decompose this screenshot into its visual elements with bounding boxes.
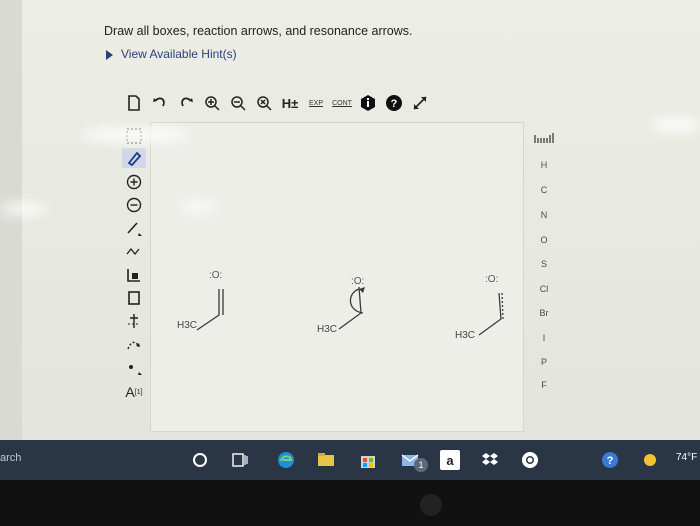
element-N[interactable]: N bbox=[526, 210, 562, 220]
periodic-table-icon[interactable] bbox=[526, 132, 562, 146]
single-bond-icon[interactable] bbox=[122, 218, 146, 238]
weather-temperature: 74°F bbox=[676, 452, 698, 463]
molecule-1[interactable] bbox=[196, 289, 224, 331]
element-I[interactable]: I bbox=[526, 333, 562, 343]
screen: Draw all boxes, reaction arrows, and res… bbox=[0, 0, 700, 440]
negative-charge-icon[interactable] bbox=[122, 195, 146, 215]
help-tips-icon[interactable]: ? bbox=[598, 448, 622, 472]
methyl-label: H3C bbox=[177, 320, 198, 331]
molecule-2[interactable] bbox=[338, 286, 365, 330]
view-hints-link[interactable]: View Available Hint(s) bbox=[106, 47, 237, 61]
cortana-icon[interactable] bbox=[188, 448, 212, 472]
lone-pair-icon[interactable] bbox=[122, 357, 146, 377]
hint-label: View Available Hint(s) bbox=[121, 47, 237, 61]
element-Br[interactable]: Br bbox=[526, 308, 562, 318]
hp-logo bbox=[420, 494, 442, 516]
expand-triangle-icon bbox=[106, 49, 113, 60]
zoom-out-icon[interactable] bbox=[228, 93, 248, 113]
template-tool-icon[interactable] bbox=[122, 265, 146, 285]
mail-badge: 1 bbox=[414, 458, 428, 472]
screen-glare bbox=[0, 203, 48, 215]
methyl-label: H3C bbox=[455, 330, 476, 341]
svg-text:?: ? bbox=[607, 455, 614, 467]
amazon-icon[interactable]: a bbox=[440, 450, 460, 470]
screen-glare bbox=[180, 202, 216, 212]
atom-tool-button[interactable]: A [1] bbox=[122, 382, 146, 402]
element-P[interactable]: P bbox=[526, 357, 562, 367]
left-edge bbox=[0, 0, 22, 440]
clear-icon[interactable] bbox=[254, 93, 274, 113]
undo-icon[interactable] bbox=[150, 93, 170, 113]
oxygen-label: :O: bbox=[351, 276, 365, 287]
weather-icon[interactable] bbox=[638, 448, 662, 472]
taskbar-search-fragment[interactable]: arch bbox=[0, 452, 21, 464]
element-F[interactable]: F bbox=[526, 380, 562, 390]
molecule-drawings bbox=[196, 286, 504, 336]
left-toolbar: A [1] bbox=[120, 120, 148, 440]
curved-arrow-icon[interactable] bbox=[122, 334, 146, 354]
eraser-icon[interactable] bbox=[122, 148, 146, 168]
reaction-arrow-icon[interactable] bbox=[122, 311, 146, 331]
element-H[interactable]: H bbox=[526, 160, 562, 170]
element-C[interactable]: C bbox=[526, 185, 562, 195]
info-icon[interactable] bbox=[358, 93, 378, 113]
atom-tool-superscript: [1] bbox=[134, 388, 143, 396]
instructions-text: Draw all boxes, reaction arrows, and res… bbox=[104, 24, 413, 38]
screen-glare bbox=[80, 128, 190, 142]
taskbar bbox=[0, 440, 700, 480]
task-view-icon[interactable] bbox=[228, 448, 252, 472]
help-icon[interactable]: ? bbox=[384, 93, 404, 113]
new-doc-icon[interactable] bbox=[124, 93, 144, 113]
svg-text:?: ? bbox=[391, 98, 398, 110]
screen-glare bbox=[652, 118, 700, 132]
drawing-canvas[interactable]: H3C :O: H3C :O: H3C :O: bbox=[150, 122, 524, 432]
top-toolbar: H± EXP CONT ? bbox=[124, 92, 430, 114]
edge-icon[interactable] bbox=[274, 448, 298, 472]
chrome-icon[interactable] bbox=[518, 448, 542, 472]
oxygen-label: :O: bbox=[209, 270, 223, 281]
element-Cl[interactable]: Cl bbox=[526, 284, 562, 294]
zoom-in-icon[interactable] bbox=[202, 93, 222, 113]
expand-icon[interactable] bbox=[410, 93, 430, 113]
element-O[interactable]: O bbox=[526, 235, 562, 245]
chain-tool-icon[interactable] bbox=[122, 241, 146, 261]
molecule-3[interactable] bbox=[478, 292, 504, 336]
methyl-label: H3C bbox=[317, 324, 338, 335]
redo-icon[interactable] bbox=[176, 93, 196, 113]
box-tool-icon[interactable] bbox=[122, 288, 146, 308]
oxygen-label: :O: bbox=[485, 274, 499, 285]
atom-tool-label: A bbox=[125, 384, 135, 400]
positive-charge-icon[interactable] bbox=[122, 172, 146, 192]
dropbox-icon[interactable] bbox=[478, 448, 502, 472]
elements-panel: H C N O S Cl Br I P F bbox=[526, 122, 562, 412]
element-S[interactable]: S bbox=[526, 259, 562, 269]
contract-button[interactable]: CONT bbox=[332, 93, 352, 113]
expand-button[interactable]: EXP bbox=[306, 93, 326, 113]
file-explorer-icon[interactable] bbox=[314, 448, 338, 472]
store-icon[interactable] bbox=[356, 448, 380, 472]
explicit-h-button[interactable]: H± bbox=[280, 93, 300, 113]
laptop-bezel bbox=[0, 480, 700, 526]
